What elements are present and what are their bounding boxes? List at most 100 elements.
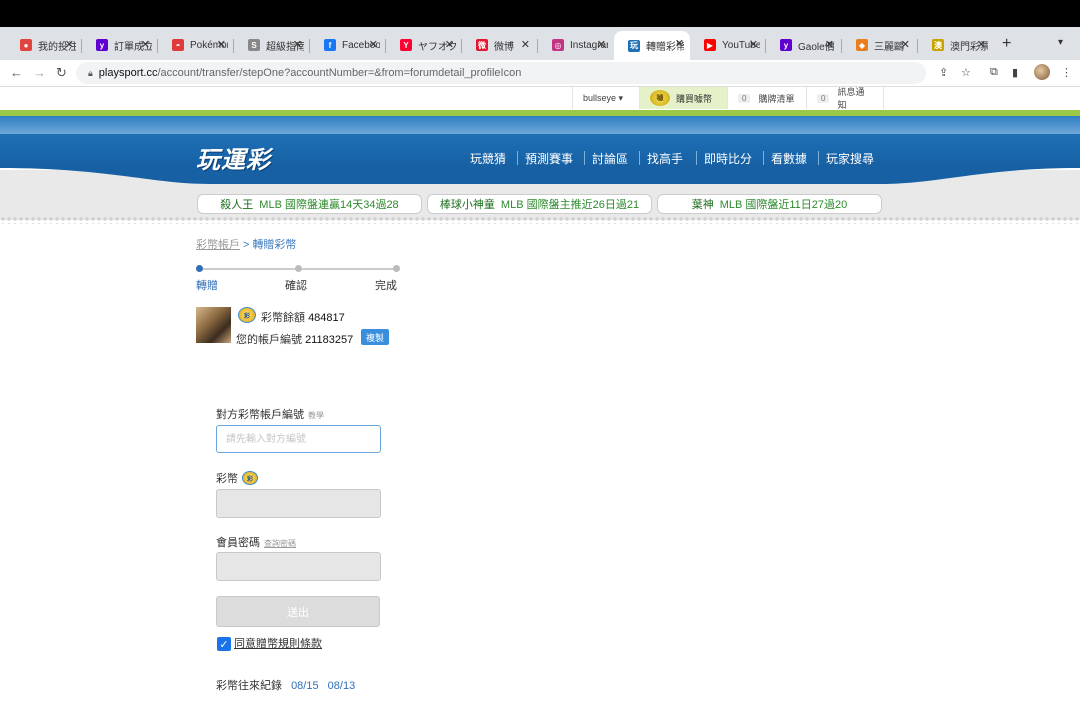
agree-terms-link[interactable]: 同意贈幣規則條款 [234,635,322,651]
header-wave [0,164,1080,184]
breadcrumb-separator: > [243,239,250,251]
submit-button[interactable]: 送出 [216,596,380,627]
browser-tab[interactable]: ▶ YouTube ✕ [690,32,764,58]
tab-favicon-icon: y [96,39,108,51]
password-label-text: 會員密碼 [216,537,260,549]
tab-search-icon[interactable]: ▾ [1058,37,1063,48]
chevron-down-icon: ▾ [618,92,624,103]
nav-separator [639,151,640,165]
agree-checkbox[interactable]: ✓ [217,637,231,651]
history-label: 彩幣往來紀錄 [216,680,282,692]
sidepanel-icon[interactable]: ▮ [1012,66,1018,79]
browser-tab[interactable]: Y ヤフオク ✕ [386,32,460,58]
coins-label-text: 彩幣 [216,473,238,485]
notice-link[interactable]: 0 訊息通知 [806,87,884,110]
url-host: playsport.cc [98,67,158,79]
step-dot-1 [196,265,203,272]
buy-coin-button[interactable]: 噱 購買噱幣 [639,87,727,109]
nav-item[interactable]: 找高手 [647,150,683,167]
tab-favicon-icon: y [780,39,792,51]
tab-favicon-icon: Y [400,39,412,51]
close-tab-icon[interactable]: ✕ [445,38,454,51]
browser-tab[interactable]: ◎Instagram✕ [538,32,612,58]
coin-amount-input[interactable] [216,489,381,518]
close-tab-icon[interactable]: ✕ [521,38,530,51]
step-label-done: 完成 [375,280,397,292]
browser-tab[interactable]: y Gaole價 ✕ [766,32,840,58]
account-label: 您的帳戶編號 [236,334,302,346]
site-logo[interactable]: 玩運彩 [196,140,271,175]
expert-ticker-link[interactable]: 葉神 MLB 國際盤近11日27過20 [657,194,882,214]
url-input[interactable]: 🔒︎ playsport.cc/account/transfer/stepOne… [76,62,926,84]
dotted-divider [0,216,1080,224]
browser-tab[interactable]: ◓Pokémon✕ [158,32,232,58]
browser-tab[interactable]: ● 我的投注 ✕ [6,32,80,58]
nav-item[interactable]: 即時比分 [704,150,752,167]
coin-icon: 噱 [650,90,670,106]
password-label: 會員密碼 查詢密碼 [216,534,296,550]
coins-label: 彩幣 彩 [216,470,258,486]
tutorial-link[interactable]: 教學 [308,411,324,420]
browser-tab[interactable]: fFacebook✕ [310,32,384,58]
expert-name: 葉神 [691,199,714,211]
browser-tab[interactable]: 澳澳門彩票 ✕ [918,32,992,58]
close-tab-icon[interactable]: ✕ [977,38,986,51]
close-tab-icon[interactable]: ✕ [293,38,302,51]
user-menu[interactable]: bullseye ▾ [572,87,639,109]
password-input[interactable] [216,552,381,581]
address-bar: ← → ↻ 🔒︎ playsport.cc/account/transfer/s… [0,60,1080,87]
nav-item[interactable]: 玩家搜尋 [826,150,874,167]
close-tab-icon[interactable]: ✕ [749,38,758,51]
nav-item[interactable]: 預測賽事 [525,150,573,167]
lottery-coin-icon: 彩 [238,307,256,323]
expert-record: MLB 國際盤連贏14天34過28 [259,199,399,211]
tab-favicon-icon: 玩 [628,39,640,52]
breadcrumb-parent-link[interactable]: 彩幣帳戶 [196,239,240,251]
close-tab-icon[interactable]: ✕ [217,38,226,51]
close-tab-icon[interactable]: ✕ [675,37,684,50]
close-tab-icon[interactable]: ✕ [141,38,150,51]
cart-link[interactable]: 0 購牌清單 [727,87,806,109]
browser-tab[interactable]: 玩轉贈彩幣 ✕ [614,31,690,60]
query-password-link[interactable]: 查詢密碼 [264,539,296,548]
nav-item[interactable]: 玩競猜 [470,150,506,167]
profile-avatar-icon[interactable] [1034,64,1050,80]
close-tab-icon[interactable]: ✕ [65,38,74,51]
close-tab-icon[interactable]: ✕ [369,38,378,51]
nav-separator [818,151,819,165]
history-date-link[interactable]: 08/15 [291,680,319,692]
header-light-band [0,116,1080,134]
new-tab-icon[interactable]: + [1002,35,1011,53]
nav-item[interactable]: 討論區 [592,150,628,167]
balance-label: 彩幣餘額 [261,312,305,324]
forward-icon[interactable]: → [33,65,46,80]
site-utility-bar: bullseye ▾ 噱 購買噱幣 0 購牌清單 0 訊息通知 [0,87,1080,111]
close-tab-icon[interactable]: ✕ [901,38,910,51]
copy-button[interactable]: 複製 [361,329,390,345]
username: bullseye [583,93,617,103]
browser-tab[interactable]: S 超級指南 ✕ [234,32,308,58]
browser-tab[interactable]: 微微博 ✕ [462,32,536,58]
nav-separator [696,151,697,165]
expert-ticker-link[interactable]: 殺人王 MLB 國際盤連贏14天34過28 [197,194,422,214]
recipient-account-input[interactable] [216,425,381,453]
tab-favicon-icon: f [324,39,336,51]
expert-ticker-link[interactable]: 棒球小神童 MLB 國際盤主推近26日過21 [427,194,652,214]
browser-tab-bar: ●我的投注✕y訂單成立✕◓Pokémon✕S超級指南✕fFacebook✕Yヤフ… [0,27,1080,60]
browser-menu-icon[interactable]: ⋮ [1061,66,1072,79]
url-path: /account/transfer/stepOne?accountNumber=… [157,67,522,79]
browser-tab[interactable]: y 訂單成立 ✕ [82,32,156,58]
reload-icon[interactable]: ↻ [56,65,67,81]
close-tab-icon[interactable]: ✕ [825,38,834,51]
browser-tab[interactable]: ◆ 三麗鷗 ✕ [842,32,916,58]
close-tab-icon[interactable]: ✕ [597,38,606,51]
history-date-link[interactable]: 08/13 [328,680,356,692]
breadcrumb: 彩幣帳戶 > 轉贈彩幣 [196,236,296,252]
nav-item[interactable]: 看數據 [771,150,807,167]
bookmark-star-icon[interactable]: ☆ [961,66,971,79]
extension-icon[interactable]: ⧉ [990,66,998,79]
share-icon[interactable]: ⇪ [939,66,948,79]
step-dot-2 [295,265,302,272]
tab-favicon-icon: ◓ [172,39,184,51]
back-icon[interactable]: ← [10,65,23,80]
